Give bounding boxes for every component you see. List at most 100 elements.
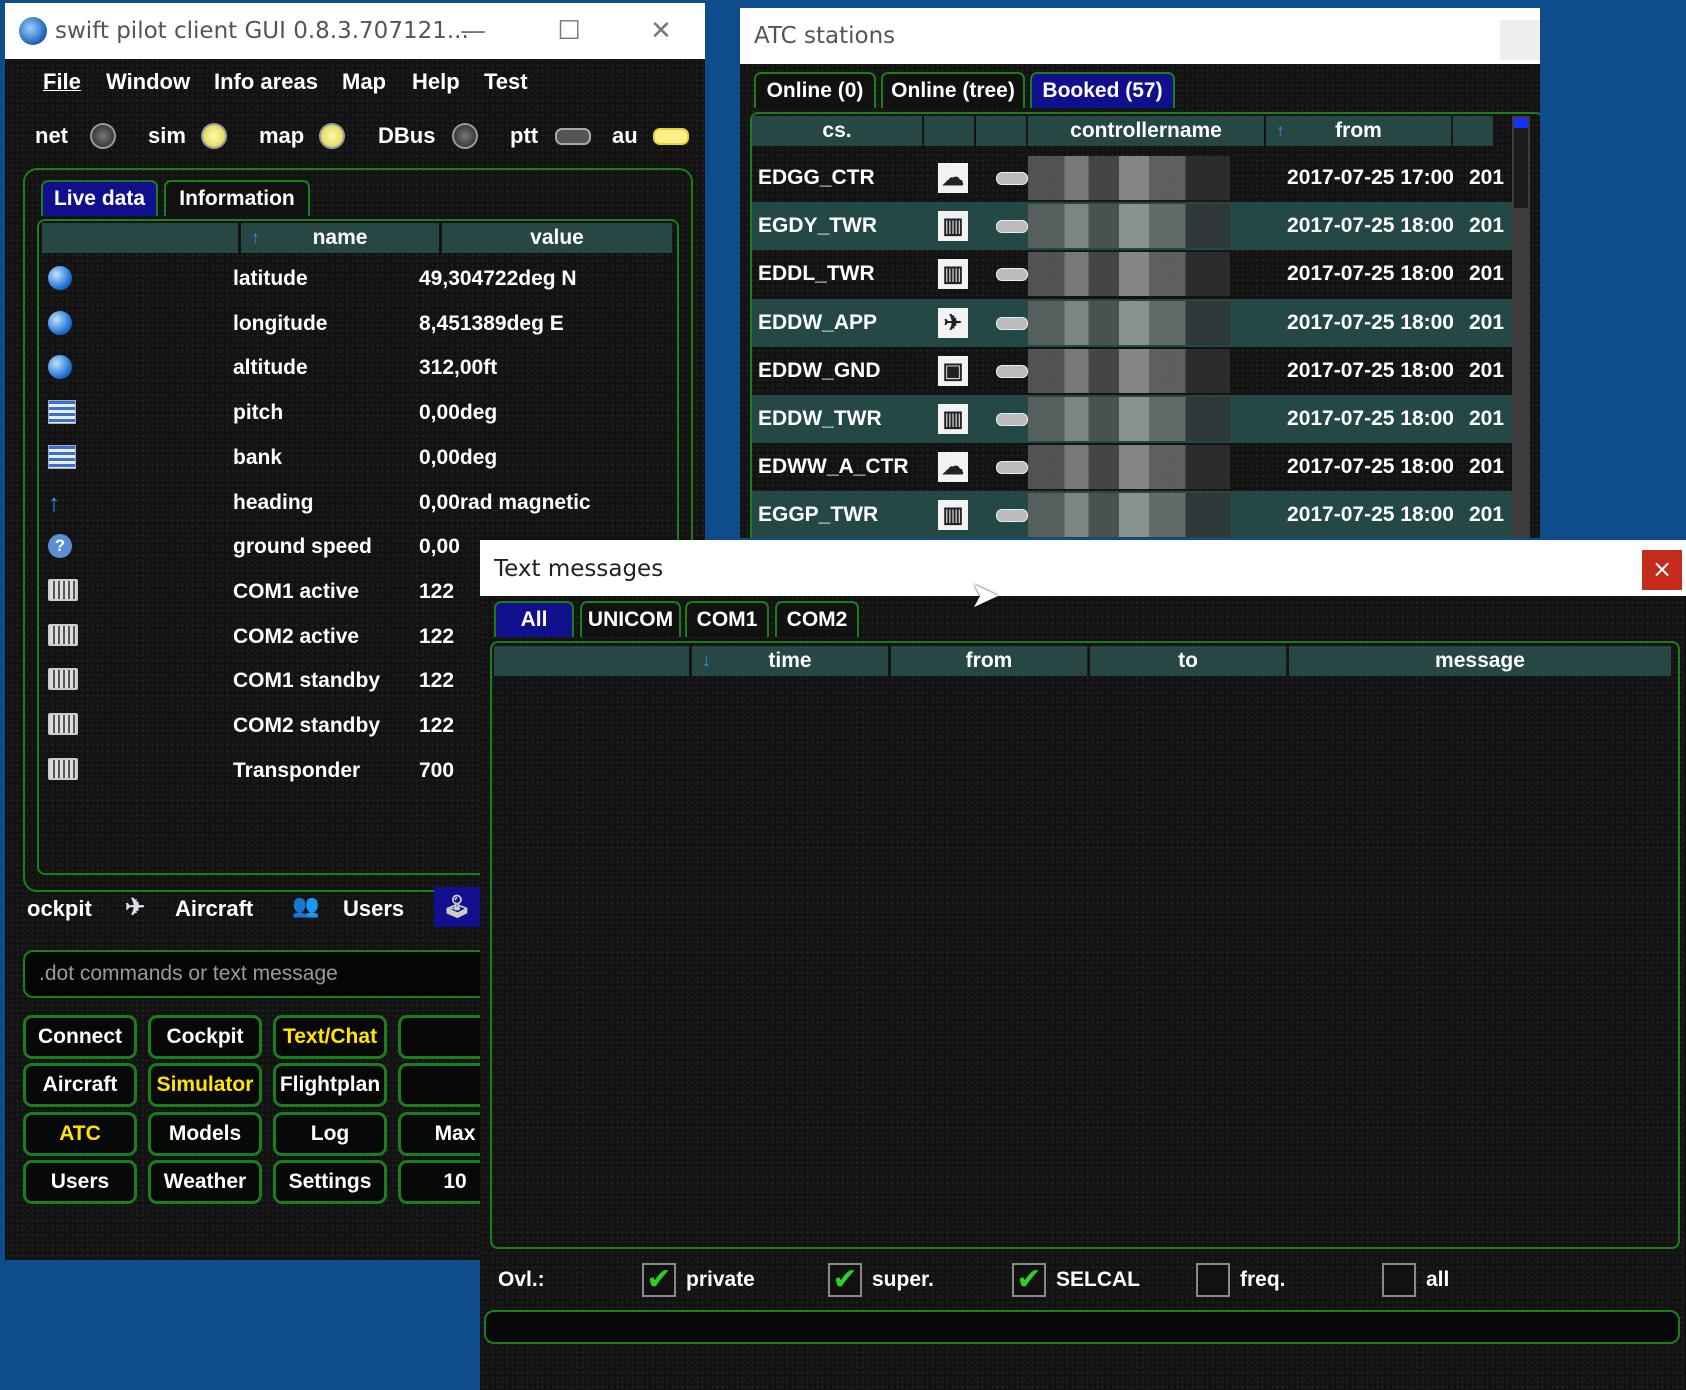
tab-information[interactable]: Information: [164, 180, 310, 216]
sort-descending-icon: ↓: [702, 651, 711, 670]
status-pill-icon: [996, 413, 1028, 426]
table-row[interactable]: pitch 0,00deg: [42, 390, 672, 435]
aircraft-button[interactable]: Aircraft: [23, 1063, 137, 1108]
live-header-icon-col: [42, 223, 238, 253]
table-row[interactable]: EDDL_TWR ▥ 2017-07-25 18:00 201: [752, 250, 1512, 298]
simulator-button[interactable]: Simulator: [148, 1063, 262, 1108]
tab-online-tree[interactable]: Online (tree): [881, 72, 1025, 108]
approach-icon: ✈: [938, 307, 968, 338]
status-ptt-label: ptt: [510, 123, 539, 148]
row-to: 201: [1469, 262, 1505, 286]
dbus-indicator: [452, 123, 478, 149]
selcal-checkbox[interactable]: ✔: [1012, 1263, 1046, 1297]
atc-header-cs[interactable]: cs.: [752, 116, 922, 146]
text-close-button[interactable]: ×: [1642, 550, 1682, 590]
nav-aircraft[interactable]: Aircraft: [175, 896, 253, 922]
row-value: 0,00rad magnetic: [419, 490, 591, 514]
models-button[interactable]: Models: [148, 1111, 262, 1156]
row-from: 2017-07-25 17:00: [1287, 166, 1454, 189]
msg-header-blank: [494, 646, 689, 676]
row-to: 201: [1469, 166, 1505, 189]
live-header-name[interactable]: ↑ name: [241, 223, 439, 253]
table-row[interactable]: EDGG_CTR ☁ 2017-07-25 17:00 201: [752, 154, 1512, 202]
users-button[interactable]: Users: [23, 1159, 137, 1204]
joystick-icon[interactable]: 🕹: [434, 887, 480, 927]
tab-live-data[interactable]: Live data: [41, 180, 158, 216]
tab-com2[interactable]: COM2: [775, 601, 859, 637]
settings-button[interactable]: Settings: [273, 1159, 387, 1204]
controller-name-redacted: [1028, 445, 1230, 490]
flightplan-button[interactable]: Flightplan: [273, 1063, 387, 1108]
message-input[interactable]: [484, 1310, 1680, 1344]
table-row[interactable]: altitude 312,00ft: [42, 345, 672, 390]
tab-booked[interactable]: Booked (57): [1030, 72, 1175, 108]
log-button[interactable]: Log: [273, 1111, 387, 1156]
radio-icon: [48, 757, 78, 780]
private-label: private: [686, 1268, 755, 1291]
atc-scrollbar[interactable]: [1512, 116, 1530, 538]
text-chat-button[interactable]: Text/Chat: [273, 1015, 387, 1059]
tab-com1[interactable]: COM1: [685, 601, 769, 637]
row-callsign: EDDW_APP: [758, 310, 878, 334]
tab-unicom[interactable]: UNICOM: [580, 601, 681, 637]
row-name: COM1 standby: [233, 669, 381, 693]
row-from: 2017-07-25 18:00: [1287, 214, 1454, 238]
msg-header-to[interactable]: to: [1090, 646, 1286, 676]
table-row[interactable]: latitude 49,304722deg N: [42, 256, 672, 301]
row-from: 2017-07-25 18:00: [1287, 407, 1454, 430]
row-name: Transponder: [233, 758, 361, 782]
atc-close-button[interactable]: [1500, 20, 1540, 60]
row-from: 2017-07-25 18:00: [1287, 262, 1454, 286]
freq-checkbox[interactable]: [1196, 1263, 1230, 1297]
row-name: bank: [233, 445, 283, 469]
row-from: 2017-07-25 18:00: [1287, 310, 1454, 334]
sort-ascending-icon: ↑: [1276, 121, 1285, 140]
globe-icon: [48, 266, 72, 290]
msg-header-from[interactable]: from: [891, 646, 1087, 676]
paper-plane-icon: ✈: [125, 894, 146, 921]
atc-header-status: [976, 116, 1026, 146]
atc-header-controllername[interactable]: controllername: [1028, 116, 1264, 146]
table-row[interactable]: EDDW_APP ✈ 2017-07-25 18:00 201: [752, 298, 1512, 347]
connect-button[interactable]: Connect: [23, 1015, 137, 1059]
atc-header-from[interactable]: ↑ from: [1266, 116, 1451, 146]
table-row[interactable]: ↑ heading 0,00rad magnetic: [42, 480, 672, 525]
live-header-value[interactable]: value: [442, 223, 672, 253]
atc-window-title: ATC stations: [754, 23, 896, 49]
private-checkbox[interactable]: ✔: [642, 1263, 676, 1297]
overlay-label: Ovl.:: [498, 1268, 545, 1291]
table-row[interactable]: EDWW_A_CTR ☁ 2017-07-25 18:00 201: [752, 443, 1512, 491]
weather-button[interactable]: Weather: [148, 1159, 262, 1204]
row-callsign: EDDW_GND: [758, 358, 881, 382]
nav-cockpit[interactable]: ockpit: [27, 896, 92, 922]
table-row[interactable]: EGDY_TWR ▥ 2017-07-25 18:00 201: [752, 202, 1512, 251]
table-row[interactable]: EDDW_GND ▣ 2017-07-25 18:00 201: [752, 347, 1512, 395]
status-dbus-label: DBus: [378, 123, 436, 148]
all-checkbox[interactable]: [1382, 1263, 1416, 1297]
globe-icon: [48, 355, 72, 380]
row-name: altitude: [233, 356, 308, 380]
table-row[interactable]: bank 0,00deg: [42, 435, 672, 480]
row-name: COM2 active: [233, 624, 360, 648]
tower-icon: ▥: [938, 404, 968, 434]
table-row[interactable]: longitude 8,451389deg E: [42, 301, 672, 346]
msg-header-time[interactable]: ↓ time: [692, 646, 888, 676]
row-callsign: EGDY_TWR: [758, 214, 878, 238]
atc-scrollbar-thumb[interactable]: [1514, 118, 1528, 208]
row-to: 201: [1469, 358, 1505, 382]
table-row[interactable]: EDDW_TWR ▥ 2017-07-25 18:00 201: [752, 395, 1512, 443]
mouse-cursor-icon: ➤: [970, 574, 1001, 615]
status-bar: net sim map DBus ptt au: [5, 3, 705, 163]
nav-users[interactable]: Users: [343, 896, 404, 922]
table-row[interactable]: EGGP_TWR ▥ 2017-07-25 18:00 201: [752, 491, 1512, 538]
arrow-up-icon: ↑: [48, 489, 60, 517]
controller-name-redacted: [1028, 348, 1230, 393]
radio-icon: [48, 623, 78, 646]
tab-online[interactable]: Online (0): [754, 72, 876, 108]
atc-button[interactable]: ATC: [23, 1111, 137, 1156]
msg-header-message[interactable]: message: [1289, 646, 1671, 676]
tab-all[interactable]: All: [494, 601, 574, 637]
cockpit-button[interactable]: Cockpit: [148, 1015, 262, 1059]
super-checkbox[interactable]: ✔: [828, 1263, 862, 1297]
all-label: all: [1426, 1268, 1450, 1291]
